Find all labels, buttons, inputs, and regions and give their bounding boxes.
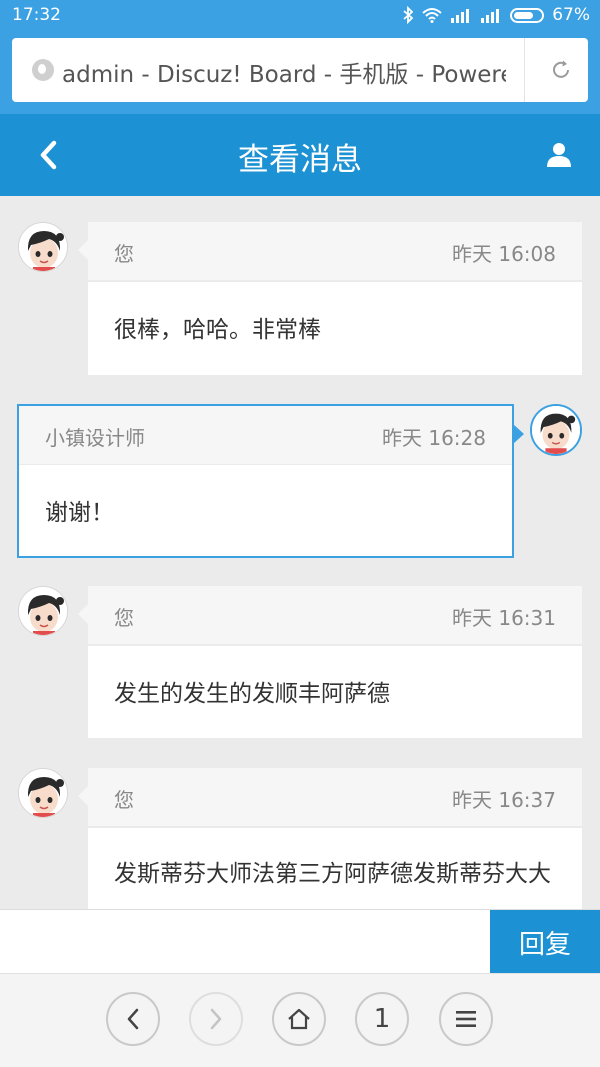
menu-icon [456,1011,476,1027]
message-sender: 您 [114,242,134,266]
message-sender: 您 [114,788,134,812]
message-body: 发斯蒂芬大师法第三方阿萨德发斯蒂芬大大 [88,827,582,909]
bluetooth-icon [402,6,414,24]
message-item: 您 昨天 16:08 很棒，哈哈。非常棒 [78,222,582,375]
signal-icon-2 [480,7,502,23]
message-body: 谢谢！ [19,464,512,556]
user-icon [547,143,571,167]
address-bar[interactable]: admin - Discuz! Board - 手机版 - Powered by… [12,38,588,102]
message-sender: 您 [114,606,134,630]
chevron-left-icon [127,1008,139,1030]
wifi-icon [422,7,442,23]
nav-menu-button[interactable] [439,992,493,1046]
avatar[interactable] [18,586,68,636]
message-time: 昨天 16:28 [382,426,486,450]
message-text: 谢谢！ [45,500,114,526]
avatar[interactable] [18,768,68,818]
signal-icon [450,7,472,23]
nav-forward-button[interactable] [189,992,243,1046]
reload-icon[interactable] [540,54,582,86]
nav-back-button[interactable] [106,992,160,1046]
url-text[interactable]: admin - Discuz! Board - 手机版 - Powered by… [62,55,506,85]
message-time: 昨天 16:37 [452,788,556,812]
avatar-image [19,587,67,635]
home-icon [288,1008,310,1030]
reply-button[interactable]: 回复 [490,910,600,974]
message-text: 发斯蒂芬大师法第三方阿萨德发斯蒂芬大大 [114,861,551,887]
bottom-nav: 1 [0,973,600,1067]
page-header: 查看消息 [0,114,600,196]
message-time: 昨天 16:31 [452,606,556,630]
user-profile-button[interactable] [544,138,574,172]
avatar[interactable] [530,404,582,456]
status-bar: 17:32 67% [0,0,600,32]
battery-percent: 67% [552,5,590,25]
message-item-reply: 小镇设计师 昨天 16:28 谢谢！ [17,404,524,558]
avatar-image [19,223,67,271]
reply-bar: 回复 [0,909,600,974]
status-time: 17:32 [12,5,61,25]
message-header: 您 昨天 16:31 [88,586,582,644]
message-item: 您 昨天 16:37 发斯蒂芬大师法第三方阿萨德发斯蒂芬大大 [78,768,582,909]
message-body: 发生的发生的发顺丰阿萨德 [88,645,582,738]
status-icons: 67% [402,5,590,25]
chevron-right-icon [210,1008,222,1030]
message-item: 您 昨天 16:31 发生的发生的发顺丰阿萨德 [78,586,582,738]
message-body: 很棒，哈哈。非常棒 [88,281,582,375]
message-header: 您 昨天 16:37 [88,768,582,826]
reply-input[interactable] [0,910,488,974]
message-text: 很棒，哈哈。非常棒 [114,317,321,343]
message-text: 发生的发生的发顺丰阿萨德 [114,681,390,707]
avatar[interactable] [18,222,68,272]
avatar-image [532,406,580,454]
message-header: 您 昨天 16:08 [88,222,582,280]
battery-icon [510,7,545,23]
site-security-icon [32,59,54,81]
nav-tabs-button[interactable]: 1 [355,992,409,1046]
browser-toolbar: admin - Discuz! Board - 手机版 - Powered by… [0,32,600,114]
page-title: 查看消息 [238,142,362,178]
message-header: 小镇设计师 昨天 16:28 [19,406,512,464]
message-time: 昨天 16:08 [452,242,556,266]
nav-home-button[interactable] [272,992,326,1046]
message-sender: 小镇设计师 [45,426,145,450]
address-bar-divider [524,38,525,102]
avatar-image [19,769,67,817]
